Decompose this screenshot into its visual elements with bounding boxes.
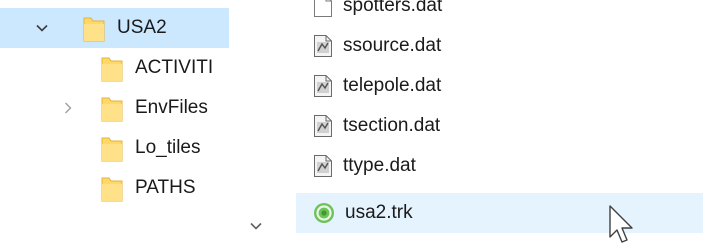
file-item[interactable]: usa2.trk [296, 193, 703, 233]
file-name: ssource.dat [343, 35, 442, 56]
file-name: tsection.dat [343, 115, 441, 136]
tree-item-usa2[interactable]: USA2 [0, 8, 229, 48]
file-list: spotters.dat ssource.dat telepole.dat ts… [296, 0, 707, 244]
folder-icon [101, 55, 123, 82]
scroll-down-icon[interactable] [249, 219, 263, 233]
dat-file-icon [313, 34, 333, 58]
dat-file-icon [313, 154, 333, 178]
tree-item-envfiles[interactable]: EnvFiles [0, 88, 229, 128]
tree-item-activiti[interactable]: ACTIVITI [0, 48, 229, 88]
chevron-down-icon[interactable] [35, 21, 49, 35]
file-item[interactable]: spotters.dat [296, 0, 703, 26]
folder-icon [101, 175, 123, 202]
file-name: usa2.trk [345, 202, 413, 223]
tree-item-lo-tiles[interactable]: Lo_tiles [0, 128, 229, 168]
file-name: spotters.dat [343, 0, 443, 16]
file-item[interactable]: tsection.dat [296, 106, 703, 146]
file-explorer: USA2 ACTIVITI EnvFiles Lo_tiles PATHS sp… [0, 0, 707, 244]
trk-file-icon [313, 202, 335, 224]
navigation-pane: USA2 ACTIVITI EnvFiles Lo_tiles PATHS [0, 0, 262, 244]
tree-item-label: PATHS [135, 177, 196, 198]
file-name: telepole.dat [343, 75, 442, 96]
tree-item-paths[interactable]: PATHS [0, 168, 229, 208]
folder-icon [101, 135, 123, 162]
file-item[interactable]: telepole.dat [296, 66, 703, 106]
mouse-pointer-icon [608, 205, 634, 244]
file-item[interactable]: ssource.dat [296, 26, 703, 66]
file-name: ttype.dat [343, 155, 416, 176]
dat-file-icon [313, 114, 333, 138]
generic-file-icon [313, 0, 333, 18]
folder-icon [83, 15, 105, 42]
tree-item-label: Lo_tiles [135, 137, 201, 158]
file-item[interactable]: ttype.dat [296, 146, 703, 186]
tree-item-label: USA2 [117, 17, 167, 38]
chevron-right-icon[interactable] [61, 101, 75, 115]
dat-file-icon [313, 74, 333, 98]
folder-icon [101, 95, 123, 122]
tree-item-label: EnvFiles [135, 97, 208, 118]
tree-item-label: ACTIVITI [135, 57, 214, 78]
